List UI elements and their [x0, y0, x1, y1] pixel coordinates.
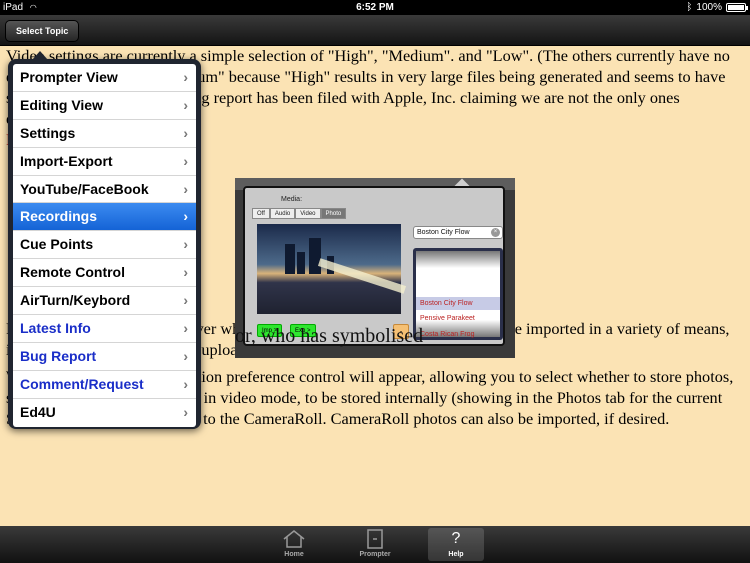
building	[297, 252, 305, 274]
tab-label: Prompter	[359, 551, 391, 558]
menu-item-latest-info[interactable]: Latest Info ›	[13, 315, 196, 343]
menu-item-import-export[interactable]: Import-Export ›	[13, 148, 196, 176]
segment-off[interactable]: Off	[252, 208, 270, 219]
topic-list: Prompter View › Editing View › Settings › Impo…	[13, 64, 196, 427]
menu-item-label: Editing View	[20, 96, 103, 113]
menu-item-label: Recordings	[20, 208, 98, 225]
menu-item-label: Prompter View	[20, 69, 118, 85]
chevron-right-icon: ›	[183, 208, 188, 225]
embedded-screenshot: Media: Off Audio Video Photo Imp > Exp >…	[235, 178, 515, 358]
tab-label: Home	[284, 551, 304, 558]
topic-menu-popover: Prompter View › Editing View › Settings › Impo…	[8, 51, 201, 429]
home-icon	[266, 528, 322, 550]
menu-item-recordings[interactable]: Recordings ›	[13, 203, 196, 232]
city-photo	[257, 224, 407, 314]
media-popover: Media: Off Audio Video Photo Imp > Exp >…	[243, 186, 505, 346]
tab-label: Help	[448, 551, 464, 558]
menu-item-cue-points[interactable]: Cue Points ›	[13, 231, 196, 260]
chevron-right-icon: ›	[183, 264, 188, 281]
chevron-right-icon: ›	[183, 69, 188, 85]
chevron-right-icon: ›	[183, 236, 188, 253]
photo-search-field[interactable]: Boston City Flow ×	[413, 226, 503, 239]
top-toolbar: Select Topic	[0, 15, 750, 46]
menu-item-label: AirTurn/Keybord	[20, 292, 131, 309]
battery-area: ᛒ 100%	[686, 0, 748, 15]
chevron-right-icon: ›	[183, 180, 188, 197]
media-label: Media:	[281, 196, 303, 203]
background-text: or, who has symbolised	[235, 325, 424, 347]
search-value: Boston City Flow	[417, 229, 470, 236]
menu-item-label: Latest Info	[20, 320, 91, 337]
menu-item-remote-control[interactable]: Remote Control ›	[13, 259, 196, 288]
photo-picker[interactable]: Boston City Flow Pensive Parakeet Costa …	[413, 248, 503, 340]
menu-item-prompter-view[interactable]: Prompter View ›	[13, 64, 196, 92]
chevron-right-icon: ›	[183, 403, 188, 420]
menu-item-label: Remote Control	[20, 264, 125, 281]
segment-photo[interactable]: Photo	[320, 208, 347, 219]
select-topic-button[interactable]: Select Topic	[5, 20, 80, 42]
building	[285, 244, 295, 274]
menu-item-ed4u[interactable]: Ed4U ›	[13, 399, 196, 427]
segment-audio[interactable]: Audio	[269, 208, 296, 219]
menu-item-label: Comment/Request	[20, 375, 144, 392]
menu-item-airturn-keybord[interactable]: AirTurn/Keybord ›	[13, 287, 196, 316]
menu-item-label: Bug Report	[20, 347, 97, 364]
building	[309, 238, 321, 274]
chevron-right-icon: ›	[183, 375, 188, 392]
prompter-icon	[347, 528, 403, 550]
media-segmented-control[interactable]: Off Audio Video Photo	[252, 208, 347, 219]
menu-item-comment-request[interactable]: Comment/Request ›	[13, 371, 196, 399]
menu-item-editing-view[interactable]: Editing View ›	[13, 92, 196, 120]
battery-icon	[726, 3, 748, 12]
menu-item-youtube-facebook[interactable]: YouTube/FaceBook ›	[13, 176, 196, 204]
picker-item[interactable]: Costa Rican Frog	[420, 331, 474, 338]
chevron-right-icon: ›	[183, 347, 188, 364]
tab-help[interactable]: ? Help	[428, 528, 484, 561]
chevron-right-icon: ›	[183, 292, 188, 309]
menu-item-label: Cue Points	[20, 236, 94, 253]
menu-item-label: YouTube/FaceBook	[20, 180, 149, 197]
bluetooth-icon: ᛒ	[686, 2, 693, 13]
light-trails	[317, 258, 407, 294]
chevron-right-icon: ›	[183, 320, 188, 337]
tab-bar: Home Prompter ? Help	[0, 526, 750, 563]
picker-item[interactable]: Boston City Flow	[416, 297, 500, 310]
tab-home[interactable]: Home	[266, 528, 322, 561]
help-icon: ?	[451, 530, 461, 547]
menu-item-label: Ed4U	[20, 403, 56, 420]
segment-video[interactable]: Video	[295, 208, 321, 219]
chevron-right-icon: ›	[183, 124, 188, 141]
menu-item-settings[interactable]: Settings ›	[13, 120, 196, 148]
tab-prompter[interactable]: Prompter	[347, 528, 403, 561]
chevron-right-icon: ›	[183, 96, 188, 113]
menu-item-label: Import-Export	[20, 152, 113, 169]
chevron-right-icon: ›	[183, 152, 188, 169]
status-bar: iPad ◠ 6:52 PM ᛒ 100%	[0, 0, 750, 15]
status-time: 6:52 PM	[356, 2, 394, 13]
picker-item[interactable]: Pensive Parakeet	[420, 315, 475, 322]
clear-icon[interactable]: ×	[491, 228, 500, 237]
battery-percent: 100%	[696, 2, 722, 13]
menu-item-label: Settings	[20, 124, 76, 141]
menu-item-bug-report[interactable]: Bug Report ›	[13, 343, 196, 371]
